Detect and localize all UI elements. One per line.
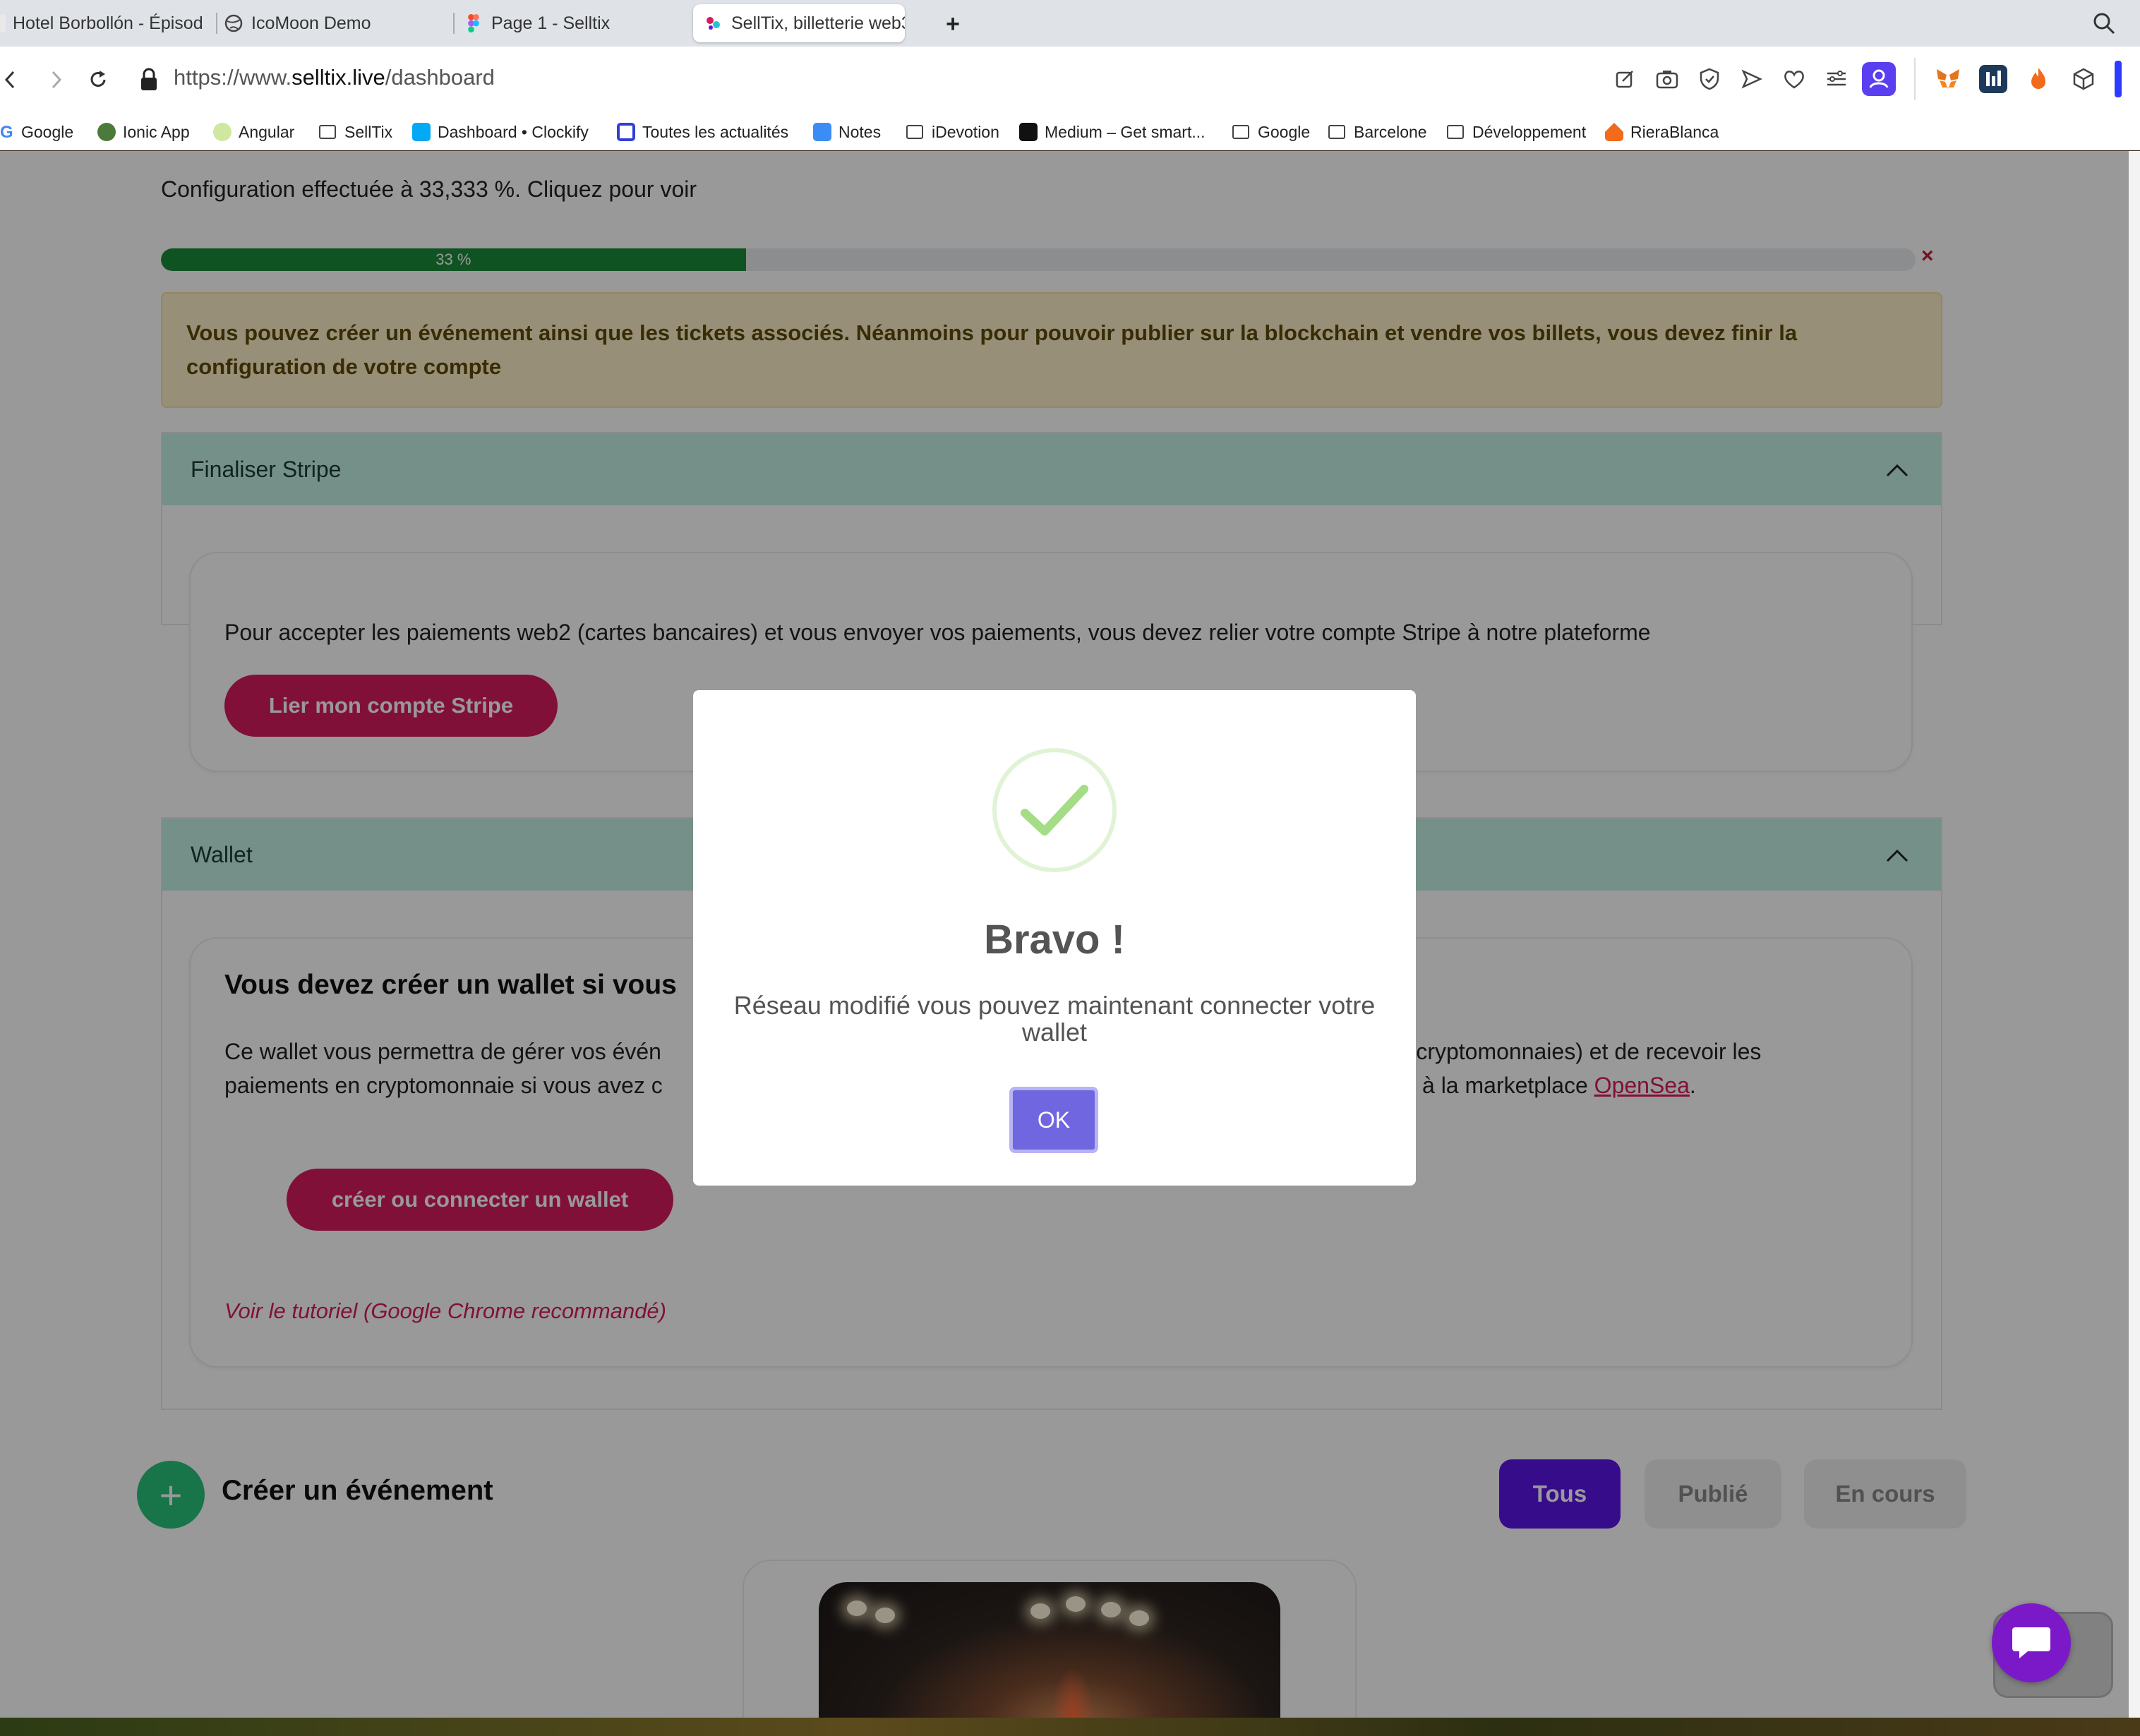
tab-separator bbox=[453, 13, 455, 34]
analytics-extension-icon[interactable] bbox=[1979, 65, 2007, 93]
address-toolbar: https://www.selltix.live/dashboard bbox=[0, 47, 2140, 114]
tab-hotel-borbollon[interactable]: Hotel Borbollón - Épisod bbox=[0, 4, 212, 42]
tab-label: SellTix, billetterie web3 bbox=[731, 13, 905, 33]
medium-icon bbox=[1019, 123, 1038, 141]
camera-icon[interactable] bbox=[1653, 65, 1681, 93]
folder-icon bbox=[319, 125, 336, 139]
bookmark-barcelone-folder[interactable]: Barcelone bbox=[1328, 120, 1427, 144]
shield-icon[interactable] bbox=[1695, 65, 1724, 93]
clockify-icon bbox=[412, 123, 431, 141]
tab-label: IcoMoon Demo bbox=[251, 13, 371, 33]
tab-label: Hotel Borbollón - Épisod bbox=[13, 13, 203, 33]
folder-icon bbox=[1328, 125, 1345, 139]
toolbar-divider bbox=[1914, 58, 1916, 100]
profile-avatar-icon[interactable] bbox=[1862, 62, 1896, 96]
modal-backdrop[interactable]: Bravo ! Réseau modifié vous pouvez maint… bbox=[0, 151, 2129, 1718]
metamask-extension-icon[interactable] bbox=[1934, 65, 1962, 93]
news-icon bbox=[617, 123, 635, 141]
tab-icomoon-demo[interactable]: IcoMoon Demo bbox=[224, 4, 450, 42]
globe-icon bbox=[224, 14, 243, 32]
sidebar-toggle-handle[interactable] bbox=[2115, 61, 2122, 97]
bookmark-angular[interactable]: Angular bbox=[213, 120, 294, 144]
edit-icon[interactable] bbox=[1611, 65, 1639, 93]
url-field[interactable]: https://www.selltix.live/dashboard bbox=[174, 65, 495, 90]
dialog-message: Réseau modifié vous pouvez maintenant co… bbox=[733, 991, 1376, 1047]
google-icon: G bbox=[0, 123, 13, 142]
search-tabs-icon[interactable] bbox=[2092, 11, 2116, 35]
lock-icon[interactable] bbox=[140, 68, 158, 92]
ionic-icon bbox=[97, 123, 116, 141]
heart-icon[interactable] bbox=[1780, 65, 1808, 93]
folder-icon bbox=[1447, 125, 1464, 139]
bookmark-google[interactable]: G Google bbox=[0, 120, 73, 144]
bookmark-rierablanca[interactable]: RieraBlanca bbox=[1605, 120, 1719, 144]
bookmarks-bar: G Google Ionic App Angular SellTix Dashbo… bbox=[0, 113, 2140, 150]
bookmark-idevotion-folder[interactable]: iDevotion bbox=[906, 120, 999, 144]
success-dialog: Bravo ! Réseau modifié vous pouvez maint… bbox=[693, 690, 1416, 1186]
dialog-title: Bravo ! bbox=[984, 917, 1125, 963]
cube-extension-icon[interactable] bbox=[2069, 65, 2098, 93]
tab-selltix-active[interactable]: SellTix, billetterie web3 bbox=[693, 4, 905, 42]
new-tab-button[interactable]: + bbox=[939, 10, 967, 38]
chat-support-icon[interactable] bbox=[1992, 1603, 2071, 1682]
reload-icon[interactable] bbox=[86, 68, 110, 92]
browser-tab-bar: Hotel Borbollón - Épisod IcoMoon Demo Pa… bbox=[0, 0, 2140, 47]
bookmark-clockify[interactable]: Dashboard • Clockify bbox=[412, 120, 589, 144]
figma-icon bbox=[464, 14, 483, 32]
back-icon[interactable] bbox=[0, 68, 24, 92]
settings-sliders-icon[interactable] bbox=[1822, 65, 1851, 93]
folder-icon bbox=[906, 125, 923, 139]
bookmark-notes[interactable]: Notes bbox=[813, 120, 881, 144]
page-favicon-icon bbox=[0, 14, 6, 32]
bookmark-medium[interactable]: Medium – Get smart... bbox=[1019, 120, 1206, 144]
tab-separator bbox=[216, 13, 217, 34]
desktop-wallpaper-strip bbox=[0, 1718, 2140, 1736]
fire-extension-icon[interactable] bbox=[2024, 65, 2052, 93]
send-icon[interactable] bbox=[1738, 65, 1766, 93]
bookmark-developpement-folder[interactable]: Développement bbox=[1447, 120, 1586, 144]
cloud-icon bbox=[813, 123, 831, 141]
bookmark-google-folder[interactable]: Google bbox=[1232, 120, 1310, 144]
selltix-favicon-icon bbox=[704, 14, 723, 32]
success-check-icon bbox=[992, 748, 1117, 872]
bookmark-actualites[interactable]: Toutes les actualités bbox=[617, 120, 788, 144]
bookmark-selltix-folder[interactable]: SellTix bbox=[319, 120, 392, 144]
ok-button[interactable]: OK bbox=[1009, 1087, 1098, 1153]
forward-icon[interactable] bbox=[44, 68, 68, 92]
tab-page-1-selltix[interactable]: Page 1 - Selltix bbox=[464, 4, 690, 42]
folder-icon bbox=[1232, 125, 1249, 139]
angular-icon bbox=[213, 123, 232, 141]
bookmark-ionic-app[interactable]: Ionic App bbox=[97, 120, 190, 144]
page-scrollbar[interactable] bbox=[2129, 151, 2140, 1718]
tab-label: Page 1 - Selltix bbox=[491, 13, 611, 33]
rierablanca-icon bbox=[1605, 123, 1623, 141]
